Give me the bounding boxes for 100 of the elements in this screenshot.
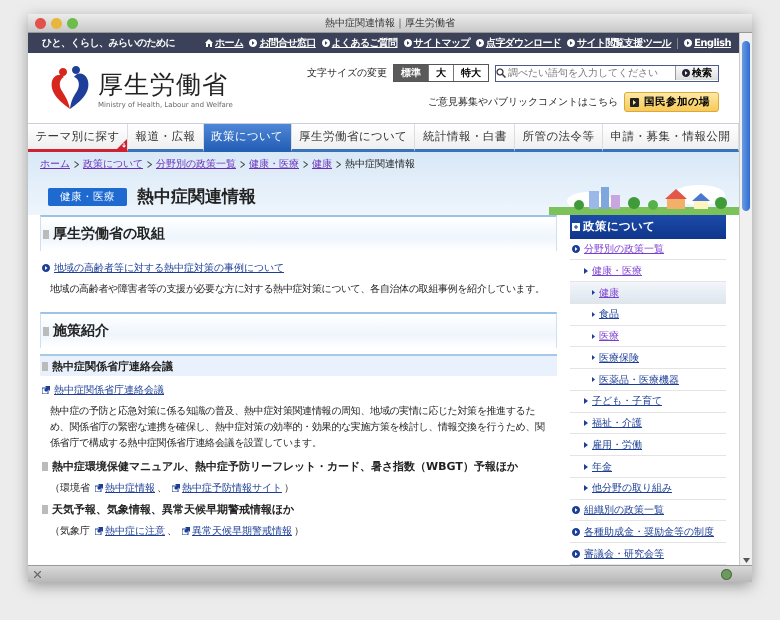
- subheading: 熱中症関係省庁連絡会議: [52, 358, 173, 374]
- sidebar-item[interactable]: 子ども・子育て: [570, 390, 726, 413]
- triangle-icon: [584, 398, 588, 404]
- sidebar-item[interactable]: 医療保険: [570, 347, 726, 370]
- source-text: ）: [294, 525, 304, 538]
- close-button[interactable]: [35, 18, 46, 28]
- link[interactable]: 熱中症に注意: [105, 524, 165, 538]
- search-icon: [496, 68, 506, 78]
- triangle-icon: [592, 377, 595, 382]
- top-link[interactable]: English: [684, 38, 731, 48]
- sidebar-item[interactable]: 福祉・介護: [570, 412, 726, 434]
- subheading: 熱中症環境保健マニュアル、熱中症予防リーフレット・カード、暑さ指数（WBGT）予報ほか: [52, 459, 518, 474]
- source-text: （気象庁: [50, 524, 90, 538]
- square-bullet-icon: [42, 505, 48, 514]
- external-link-icon: [182, 527, 190, 535]
- breadcrumb-link[interactable]: 分野別の政策一覧: [156, 157, 236, 171]
- public-comment-text: ご意見募集やパブリックコメントはこちら: [428, 96, 618, 109]
- scroll-thumb[interactable]: [742, 41, 750, 211]
- triangle-icon: [592, 312, 595, 317]
- sidebar-item[interactable]: 組織別の政策一覧: [570, 500, 726, 522]
- text-size-button[interactable]: 標準: [394, 65, 428, 81]
- source-text: ）: [284, 482, 294, 495]
- text-size-label: 文字サイズの変更: [307, 66, 387, 80]
- participation-button[interactable]: 国民参加の場: [624, 92, 719, 112]
- search-button[interactable]: 検索: [675, 66, 718, 80]
- nav-tab[interactable]: 政策について: [204, 124, 292, 152]
- sidebar-item[interactable]: 雇用・労働: [570, 434, 726, 456]
- arrow-circle-icon: [684, 39, 692, 47]
- sidebar-item[interactable]: 医薬品・医療機器: [570, 369, 726, 391]
- plus-square-icon: [572, 222, 580, 231]
- triangle-icon: [584, 442, 588, 448]
- status-indicator-icon: [721, 568, 732, 580]
- link[interactable]: 熱中症情報: [105, 481, 155, 495]
- link[interactable]: 熱中症関係省庁連絡会議: [54, 383, 164, 397]
- chevron-icon: [240, 160, 245, 168]
- triangle-icon: [584, 464, 588, 470]
- scroll-down-icon: [742, 558, 750, 563]
- triangle-icon: [592, 355, 595, 360]
- paragraph: 地域の高齢者や障害者等の支援が必要な方に対する熱中症対策について、各自治体の取組事例を紹介しています。: [49, 282, 546, 297]
- nav-tab[interactable]: 厚生労働省について: [292, 124, 416, 152]
- arrow-circle-icon: [42, 264, 50, 272]
- triangle-icon: [584, 420, 588, 426]
- external-link-icon: [95, 527, 103, 535]
- section-heading: 厚生労働省の取組: [53, 225, 165, 243]
- tagline: ひと、くらし、みらいのために: [42, 37, 175, 50]
- sidebar-item[interactable]: 各種助成金・奨励金等の制度: [570, 521, 726, 544]
- minimize-button[interactable]: [51, 18, 62, 28]
- section-heading: 施策紹介: [53, 322, 109, 340]
- corner-arrow-icon: [116, 139, 127, 149]
- scrollbar[interactable]: [739, 33, 752, 565]
- nav-tab[interactable]: 報道・広報: [128, 124, 204, 152]
- link[interactable]: 熱中症予防情報サイト: [182, 481, 282, 495]
- chevron-icon: [147, 160, 152, 168]
- page-title: 熱中症関連情報: [137, 186, 256, 208]
- square-bullet-icon: [43, 326, 49, 336]
- arrow-circle-icon: [476, 39, 484, 47]
- top-link[interactable]: サイトマップ: [404, 36, 470, 50]
- breadcrumb-current: 熱中症関連情報: [345, 158, 415, 171]
- chevron-icon: [303, 160, 308, 168]
- sidebar-item[interactable]: 食品: [570, 304, 726, 326]
- sidebar-item[interactable]: 分野別の政策一覧: [570, 238, 726, 260]
- square-bullet-icon: [43, 230, 49, 238]
- breadcrumb-link[interactable]: 政策について: [83, 157, 143, 171]
- breadcrumb-link[interactable]: 健康: [312, 157, 332, 171]
- sidebar-item[interactable]: 医療: [570, 326, 726, 348]
- sidebar-title-text: 政策について: [583, 219, 655, 234]
- nav-tab[interactable]: 統計情報・白書: [415, 124, 516, 152]
- arrow-circle-icon: [322, 39, 330, 47]
- triangle-icon: [592, 290, 595, 296]
- arrow-circle-icon: [567, 39, 576, 47]
- link[interactable]: 異常天候早期警戒情報: [192, 524, 292, 538]
- window-title: 熱中症関連情報｜厚生労働省: [325, 18, 455, 29]
- arrow-square-icon: [630, 98, 639, 106]
- sidebar-item[interactable]: 年金: [570, 456, 726, 478]
- external-link-icon: [95, 484, 103, 492]
- nav-tab[interactable]: 所管の法令等: [515, 124, 604, 152]
- top-link[interactable]: 点字ダウンロード: [476, 36, 562, 50]
- top-link[interactable]: サイト閲覧支援ツール: [567, 36, 672, 50]
- triangle-icon: [584, 485, 588, 492]
- external-link-icon: [172, 484, 180, 492]
- top-link[interactable]: お問合せ窓口: [249, 36, 316, 50]
- link[interactable]: 地域の高齢者等に対する熱中症対策の事例について: [54, 261, 284, 275]
- triangle-icon: [584, 268, 588, 274]
- breadcrumb-link[interactable]: ホーム: [40, 157, 70, 171]
- zoom-button[interactable]: [67, 18, 78, 28]
- paragraph: 熱中症の予防と応急対策に係る知識の普及、熱中症対策関連情報の周知、地域の実情に応じた対策を推進するため、関係省庁の緊密な連携を確保し、熱中症対策の効率的・効果的な実施方策を検討し、情報交換を行うため、関係省庁で構成する熱中症関係省庁連絡会議を設置しています。: [49, 404, 546, 451]
- square-bullet-icon: [42, 362, 48, 370]
- subheading: 天気予報、気象情報、異常天候早期警戒情報ほか: [52, 502, 294, 517]
- arrow-circle-icon: [249, 39, 258, 47]
- external-link-icon: [42, 386, 50, 394]
- top-link[interactable]: よくあるご質問: [322, 36, 398, 50]
- top-link[interactable]: ホーム: [205, 36, 244, 50]
- breadcrumb-link[interactable]: 健康・医療: [249, 157, 299, 171]
- triangle-icon: [592, 334, 595, 339]
- nav-tab[interactable]: 申請・募集・情報公開: [603, 124, 739, 152]
- sidebar-item[interactable]: 他分野の取り組み: [570, 478, 726, 500]
- sidebar-item[interactable]: 健康: [570, 282, 726, 304]
- home-icon: [205, 39, 214, 47]
- source-text: （環境省: [50, 482, 90, 495]
- nav-tab[interactable]: テーマ別に探す: [28, 124, 128, 152]
